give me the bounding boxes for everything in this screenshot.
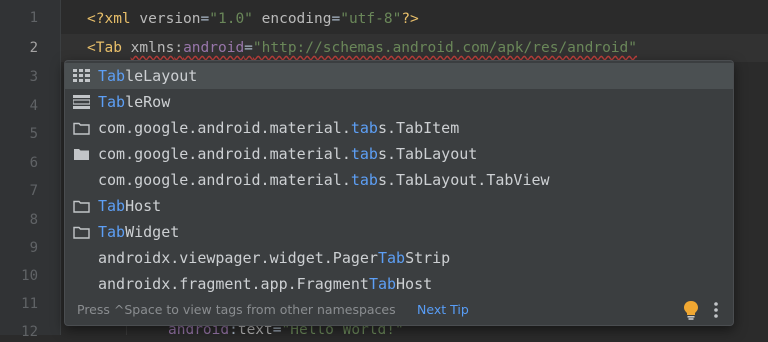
namespace-hint: Press ^Space to view tags from other nam… (77, 302, 396, 317)
xml-attr-encoding: encoding (261, 11, 332, 27)
completion-item-tabview[interactable]: com.google.android.material.tabs.TabLayo… (65, 167, 733, 193)
line-number: 6 (29, 155, 38, 171)
completion-item-label: com.google.android.material.tabs.TabLayo… (98, 145, 478, 163)
completion-item-label: com.google.android.material.tabs.TabLayo… (98, 171, 550, 189)
table-row-icon (73, 95, 90, 109)
line-number: 7 (29, 183, 38, 199)
line-number: 3 (29, 69, 38, 85)
xml-decl-open: <? (87, 11, 105, 27)
line-number: 8 (29, 212, 38, 228)
completion-item-tabitem[interactable]: com.google.android.material.tabs.TabItem (65, 115, 733, 141)
line-number-gutter: 1 2 3 4 5 6 7 8 9 10 11 12 (0, 0, 60, 340)
xml-decl-name: xml (104, 11, 131, 27)
typed-tag-name[interactable]: Tab (96, 40, 122, 56)
line-number: 10 (21, 268, 38, 284)
xmlns-attr: xmlns (130, 40, 175, 56)
completion-item-tablelayout[interactable]: TableLayout (65, 63, 733, 89)
xmlns-value: "http://schemas.android.com/apk/res/andr… (252, 40, 638, 56)
completion-item-tablayout[interactable]: com.google.android.material.tabs.TabLayo… (65, 141, 733, 167)
lightbulb-icon[interactable] (682, 300, 700, 320)
line-number: 4 (29, 98, 38, 114)
completion-item-pagertabstrip[interactable]: androidx.viewpager.widget.PagerTabStrip (65, 245, 733, 271)
folder-outline-icon (73, 200, 90, 213)
next-tip-link[interactable]: Next Tip (417, 302, 469, 317)
completion-item-label: TableLayout (98, 67, 198, 85)
completion-item-tablerow[interactable]: TableRow (65, 89, 733, 115)
code-line-2[interactable]: <Tab xmlns:android="http://schemas.andro… (87, 38, 637, 58)
tag-open-bracket: < (87, 40, 96, 56)
completion-footer: Press ^Space to view tags from other nam… (65, 295, 733, 325)
completion-item-label: com.google.android.material.tabs.TabItem (98, 119, 460, 137)
xml-attr-version: version (139, 11, 201, 27)
folder-filled-icon (74, 149, 89, 160)
xml-decl-close: ?> (401, 11, 419, 27)
completion-item-label: androidx.viewpager.widget.PagerTabStrip (98, 249, 451, 267)
xmlns-colon: : (174, 40, 184, 56)
folder-outline-icon (73, 226, 90, 239)
completion-item-fragmenttabhost[interactable]: androidx.fragment.app.FragmentTabHost (65, 271, 733, 297)
folder-outline-icon (73, 122, 90, 135)
line-number: 5 (29, 126, 38, 142)
completion-item-tabhost[interactable]: TabHost (65, 193, 733, 219)
xmlns-prefix: android (183, 40, 245, 56)
line-number: 9 (29, 240, 38, 256)
line-number-current: 2 (29, 40, 38, 56)
code-line-1[interactable]: <?xml version="1.0" encoding="utf-8"?> (87, 9, 419, 29)
layout-grid-icon (73, 69, 90, 82)
completion-item-label: TableRow (98, 93, 171, 111)
equals-sign: = (244, 40, 253, 56)
completion-item-label: TabHost (98, 197, 162, 215)
completion-item-label: androidx.fragment.app.FragmentTabHost (98, 275, 433, 293)
line-number: 1 (29, 10, 38, 26)
line-number: 12 (21, 324, 38, 340)
code-completion-popup[interactable]: TableLayout TableRow com.google.android.… (64, 60, 734, 326)
completion-item-label: TabWidget (98, 223, 180, 241)
completion-item-tabwidget[interactable]: TabWidget (65, 219, 733, 245)
line-number: 11 (21, 296, 38, 312)
xml-value-version: "1.0" (209, 11, 253, 27)
xml-value-encoding: "utf-8" (340, 11, 402, 27)
more-options-icon[interactable] (712, 301, 720, 319)
